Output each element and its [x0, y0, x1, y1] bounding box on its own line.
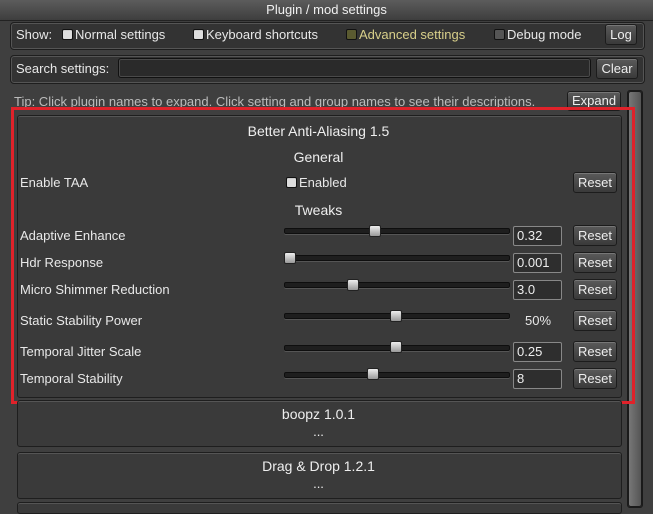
- toggle-keyboard-shortcuts[interactable]: Keyboard shortcuts: [193, 27, 318, 42]
- toggle-normal-settings-label: Normal settings: [75, 27, 166, 42]
- plugin-drag-and-drop-ellipsis: ...: [313, 476, 324, 491]
- show-label: Show:: [16, 27, 53, 42]
- plugin-drag-and-drop-title[interactable]: Drag & Drop 1.2.1: [17, 458, 620, 474]
- search-input[interactable]: [118, 58, 591, 78]
- toggle-debug-mode-label: Debug mode: [507, 27, 582, 42]
- search-label: Search settings:: [16, 61, 110, 76]
- toggle-keyboard-shortcuts-label: Keyboard shortcuts: [206, 27, 319, 42]
- highlight-frame: [11, 107, 635, 404]
- plugin-next[interactable]: [17, 502, 622, 514]
- toggle-advanced-settings[interactable]: Advanced settings: [346, 27, 465, 42]
- plugin-boopz-title[interactable]: boopz 1.0.1: [17, 406, 620, 422]
- clear-button[interactable]: Clear: [596, 58, 638, 79]
- toggle-advanced-settings-label: Advanced settings: [359, 27, 466, 42]
- toggle-normal-settings[interactable]: Normal settings: [62, 27, 165, 42]
- checkbox-icon: [193, 29, 204, 40]
- checkbox-icon: [62, 29, 73, 40]
- log-button[interactable]: Log: [605, 24, 637, 45]
- toggle-debug-mode[interactable]: Debug mode: [494, 27, 581, 42]
- plugin-boopz-ellipsis: ...: [313, 424, 324, 439]
- checkbox-icon: [494, 29, 505, 40]
- window-title: Plugin / mod settings: [0, 0, 653, 21]
- checkbox-icon: [346, 29, 357, 40]
